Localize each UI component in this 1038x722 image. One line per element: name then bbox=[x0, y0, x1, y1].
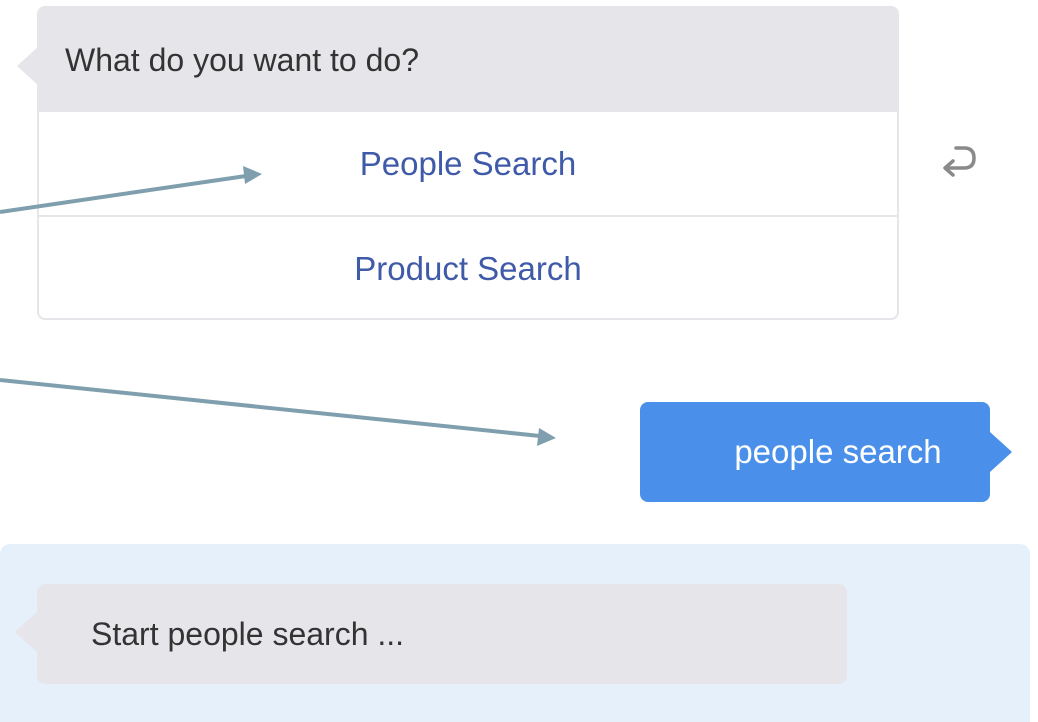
user-bubble-tail bbox=[990, 432, 1012, 472]
return-arrow-icon[interactable] bbox=[934, 136, 982, 184]
bot-reply-bubble: Start people search ... bbox=[15, 584, 847, 684]
chat-stage: What do you want to do? People Search Pr… bbox=[0, 0, 1038, 722]
annotation-arrow-reply bbox=[0, 378, 556, 446]
user-reply-bubble: people search bbox=[640, 402, 1012, 502]
choice-people-search[interactable]: People Search bbox=[39, 112, 897, 215]
choice-product-search[interactable]: Product Search bbox=[39, 215, 897, 320]
user-reply-text: people search bbox=[734, 433, 942, 470]
bot-question: What do you want to do? bbox=[39, 8, 897, 112]
latest-message-panel: Start people search ... bbox=[0, 544, 1030, 722]
bot-choice-card: What do you want to do? People Search Pr… bbox=[17, 6, 899, 320]
bot-card-tail bbox=[17, 46, 39, 86]
bot-reply-text: Start people search ... bbox=[91, 615, 405, 652]
bot-reply-tail bbox=[15, 612, 37, 652]
